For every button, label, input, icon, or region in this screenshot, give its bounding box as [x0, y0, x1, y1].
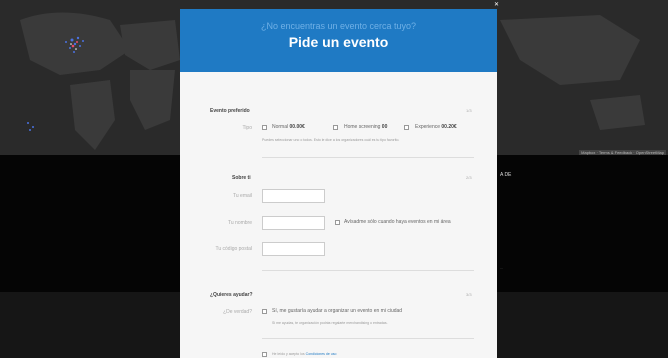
- help-hint: Si me ayudas, te organización podrás reg…: [272, 321, 388, 325]
- email-input[interactable]: [262, 189, 325, 203]
- postcode-label: Tu código postal: [215, 246, 252, 252]
- option-experience: Experience 00.20€: [415, 124, 457, 130]
- section-step: 2/3: [466, 175, 472, 180]
- name-label: Tu nombre: [228, 220, 252, 226]
- checkbox-help[interactable]: [262, 309, 267, 314]
- checkbox-experience[interactable]: [404, 125, 409, 130]
- modal-subtitle: ¿No encuentras un evento cerca tuyo?: [260, 21, 417, 31]
- name-input[interactable]: [262, 216, 325, 230]
- section-title-preferred-event: Evento preferido: [210, 108, 250, 114]
- checkbox-notify[interactable]: [335, 220, 340, 225]
- divider: [262, 157, 474, 158]
- divider: [262, 270, 474, 271]
- email-label: Tu email: [233, 193, 252, 199]
- background-small-text: ...: [500, 265, 504, 270]
- postcode-input[interactable]: [262, 242, 325, 256]
- modal-title: Pide un evento: [288, 34, 389, 50]
- section-step: 1/3: [466, 108, 472, 113]
- notify-label: Avísadme sólo cuando haya eventos en mi …: [344, 219, 451, 225]
- option-normal: Normal 00.00€: [272, 124, 305, 130]
- section-title-want-to-help: ¿Quieres ayudar?: [210, 292, 253, 298]
- help-label: Sí, me gustaría ayudar a organizar un ev…: [272, 308, 403, 314]
- checkbox-home-screening[interactable]: [333, 125, 338, 130]
- divider: [262, 338, 474, 339]
- section-step: 3/3: [466, 292, 472, 297]
- type-label: Tipo: [242, 125, 252, 131]
- type-hint: Puedes seleccionar uno o todos. Esto le …: [262, 138, 400, 142]
- option-home-screening: Home screening 00: [344, 124, 388, 130]
- background-label: A DE: [500, 172, 512, 178]
- close-icon[interactable]: ✕: [494, 2, 499, 8]
- request-event-modal: ¿No encuentras un evento cerca tuyo? Pid…: [180, 9, 497, 358]
- section-title-about-you: Sobre ti: [232, 175, 251, 181]
- terms-label: He leído y acepto los Condiciones de uso: [272, 352, 337, 356]
- checkbox-normal[interactable]: [262, 125, 267, 130]
- modal-header: ¿No encuentras un evento cerca tuyo? Pid…: [180, 9, 497, 72]
- checkbox-terms[interactable]: [262, 352, 267, 357]
- really-label: ¿De verdad?: [223, 309, 252, 315]
- terms-link[interactable]: Condiciones de uso: [306, 352, 337, 356]
